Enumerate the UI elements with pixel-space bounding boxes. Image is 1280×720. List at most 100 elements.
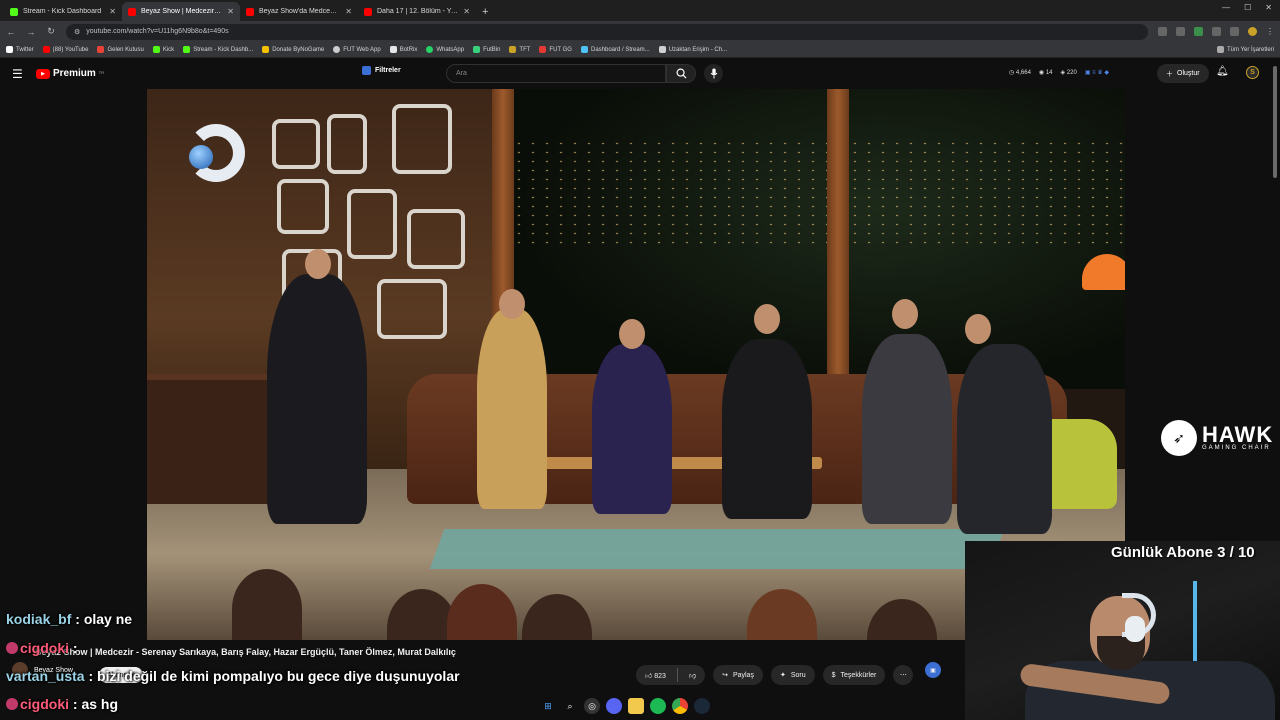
plus-icon: ＋ [1166,70,1173,78]
like-button[interactable]: 👍︎ 823 [645,671,666,680]
sidepanel-icon[interactable] [1230,27,1239,36]
guest-1 [477,309,547,509]
tab-kick-dashboard[interactable]: Stream - Kick Dashboard ✕ [4,2,122,21]
youtube-logo[interactable]: ▶ Premium TR [36,68,104,79]
filter-button[interactable]: Filtreler [362,66,401,75]
more-icon: ⋯ [899,672,907,679]
bookmark-kick[interactable]: Kick [152,46,174,53]
filter-icon [362,66,371,75]
guest-1-head [499,289,525,319]
tab-beyaz-show[interactable]: Beyaz Show | Medcezir - Serenay ✕ [122,2,240,21]
app-icon[interactable]: ◎ [584,698,600,714]
chat-message: vartan_usta : bizi değil de kimi pompalı… [6,668,460,684]
share-button[interactable]: ↪ Paylaş [713,665,763,685]
menu-icon[interactable]: ⋮ [1266,27,1274,36]
audience-head [232,569,302,640]
shelf-frame [347,189,397,259]
extension-icons[interactable]: ▣ ≡ ♛ ◆ [1085,69,1109,76]
close-icon[interactable]: ✕ [227,7,234,16]
profile-icon[interactable] [1248,27,1257,36]
bookmark-tft[interactable]: TFT [509,46,530,53]
bookmark-fut-web-app[interactable]: FUT Web App [333,46,381,53]
guest-2 [592,344,672,514]
minimize-icon[interactable]: — [1222,3,1230,12]
cast-icon[interactable] [1158,27,1167,36]
chrome-icon[interactable] [672,698,688,714]
reload-icon[interactable]: ↻ [46,26,56,37]
bookmark-bynogame[interactable]: Donate ByNoGame [262,46,324,53]
more-actions-button[interactable]: ⋯ [893,665,914,685]
tab-beyaz-show-skec[interactable]: Beyaz Show'da Medcezir skeç ✕ [240,2,358,21]
ask-button[interactable]: ✦ Soru [770,665,815,685]
voice-search-button[interactable] [704,64,723,83]
back-icon[interactable]: ← [6,27,16,37]
search-button[interactable] [666,64,696,83]
thanks-button[interactable]: $ Teşekkürler [822,665,886,685]
bookmark-dashboard-stream[interactable]: Dashboard / Stream... [580,46,650,53]
botrix-icon [389,46,397,53]
spotify-icon[interactable] [650,698,666,714]
like-dislike-group: 👍︎ 823 👎︎ [636,665,706,685]
shelf-frame [392,104,452,174]
whatsapp-icon [426,46,434,53]
bookmark-fut-gg[interactable]: FUT GG [539,46,572,53]
page-scrollbar[interactable] [1273,66,1277,178]
youtube-icon [364,7,372,16]
search-icon[interactable]: ⌕ [562,698,578,714]
windows-start-icon[interactable]: ⊞ [540,698,556,714]
create-button[interactable]: ＋ Oluştur [1157,64,1209,83]
youtube-icon [128,7,136,16]
extension-badge-icon[interactable]: ▣ [925,662,941,678]
taskbar: ⊞ ⌕ ◎ [540,698,710,714]
folder-icon[interactable] [628,698,644,714]
all-bookmarks[interactable]: Tüm Yer İşaretleri [1216,46,1274,53]
bookmark-whatsapp[interactable]: WhatsApp [426,46,464,53]
notifications-bell-icon[interactable]: 🔔︎ [1216,66,1229,77]
bookmark-remote-access[interactable]: Uzaktan Erişim - Ch... [658,46,727,53]
x-icon [6,46,13,53]
bookmark-youtube[interactable]: (88) YouTube [42,46,88,53]
address-bar-row: ← → ↻ ⚙ youtube.com/watch?v=U11hg6N9b8o&… [0,21,1280,42]
host [267,274,367,524]
search-input[interactable]: Ara [446,64,666,83]
dislike-button[interactable]: 👎︎ [683,671,705,680]
close-window-icon[interactable]: ✕ [1265,3,1272,12]
star-icon[interactable] [1176,27,1185,36]
views-stat: ◷ 4,664 [1009,70,1031,76]
kanal-d-logo-dot [189,145,213,169]
bookmark-gmail[interactable]: Gelen Kutusu [97,46,144,53]
steam-icon[interactable] [694,698,710,714]
new-tab-button[interactable]: + [476,2,494,21]
city-lights [512,139,1125,249]
puzzle-icon[interactable] [1212,27,1221,36]
shelf-frame [327,114,367,174]
youtube-play-icon: ▶ [36,68,50,79]
close-icon[interactable]: ✕ [109,7,116,16]
close-icon[interactable]: ✕ [463,7,470,16]
video-actions: 👍︎ 823 👎︎ ↪ Paylaş ✦ Soru $ Teşekkürler … [636,665,914,685]
avatar[interactable]: S [1246,66,1259,79]
rug [429,529,1005,569]
maximize-icon[interactable]: ☐ [1244,3,1251,12]
watchers-stat: ◉ 14 [1038,70,1053,76]
bookmark-futbin[interactable]: FutBin [473,46,500,53]
url-field[interactable]: ⚙ youtube.com/watch?v=U11hg6N9b8o&t=490s [66,23,1148,40]
discord-icon[interactable] [606,698,622,714]
close-icon[interactable]: ✕ [345,7,352,16]
extension-icon[interactable] [1194,27,1203,36]
site-info-icon[interactable]: ⚙ [74,28,80,36]
hamburger-menu-icon[interactable]: ☰ [12,67,26,81]
chat-message: kodiak_bf : olay ne [6,611,133,627]
bookmark-botrix[interactable]: BotRix [389,46,417,53]
bookmark-kick-dashboard[interactable]: Stream - Kick Dashb... [183,46,253,53]
sponsor-logo: ➶ HAWK GAMING CHAIR [1161,420,1273,456]
kick-icon [183,46,191,53]
shelf-frame [377,279,447,339]
guest-4 [862,334,952,524]
forward-icon[interactable]: → [26,27,36,37]
bookmark-twitter[interactable]: Twitter [6,46,34,53]
guest-2-head [619,319,645,349]
kick-icon [10,7,18,16]
futgg-icon [539,46,547,53]
tab-daha-17[interactable]: Daha 17 | 12. Bölüm - YouTube ✕ [358,2,476,21]
